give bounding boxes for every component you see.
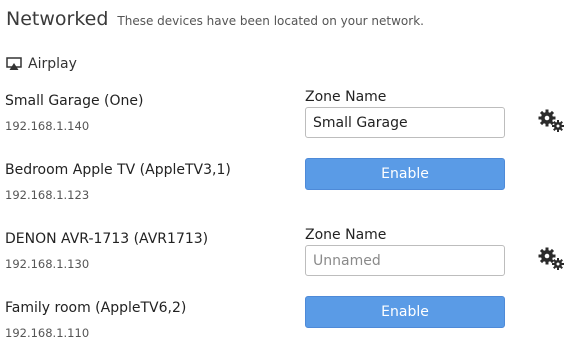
zone-name-label: Zone Name xyxy=(305,227,387,243)
zone-name-input[interactable] xyxy=(305,107,505,138)
enable-button[interactable]: Enable xyxy=(305,296,505,328)
airplay-icon xyxy=(6,57,22,70)
device-ip: 192.168.1.130 xyxy=(5,257,90,271)
gears-icon[interactable] xyxy=(537,109,565,133)
airplay-section-header: Airplay xyxy=(6,56,77,72)
device-ip: 192.168.1.140 xyxy=(5,119,90,133)
device-row: Bedroom Apple TV (AppleTV3,1) 192.168.1.… xyxy=(5,158,575,222)
device-name: Bedroom Apple TV (AppleTV3,1) xyxy=(5,162,231,178)
device-ip: 192.168.1.110 xyxy=(5,326,90,340)
page-subtitle: These devices have been located on your … xyxy=(117,14,424,28)
page-header: Networked These devices have been locate… xyxy=(6,8,424,30)
device-row: DENON AVR-1713 (AVR1713) 192.168.1.130 Z… xyxy=(5,227,575,291)
zone-name-input[interactable] xyxy=(305,245,505,276)
section-label: Airplay xyxy=(28,56,77,72)
device-name: Small Garage (One) xyxy=(5,93,144,109)
gears-icon[interactable] xyxy=(537,247,565,271)
zone-name-label: Zone Name xyxy=(305,89,387,105)
device-row: Small Garage (One) 192.168.1.140 Zone Na… xyxy=(5,89,575,153)
device-row: Family room (AppleTV6,2) 192.168.1.110 E… xyxy=(5,296,575,360)
enable-button[interactable]: Enable xyxy=(305,158,505,190)
device-ip: 192.168.1.123 xyxy=(5,188,90,202)
device-name: DENON AVR-1713 (AVR1713) xyxy=(5,231,209,247)
page-title: Networked xyxy=(6,8,109,30)
device-name: Family room (AppleTV6,2) xyxy=(5,300,187,316)
